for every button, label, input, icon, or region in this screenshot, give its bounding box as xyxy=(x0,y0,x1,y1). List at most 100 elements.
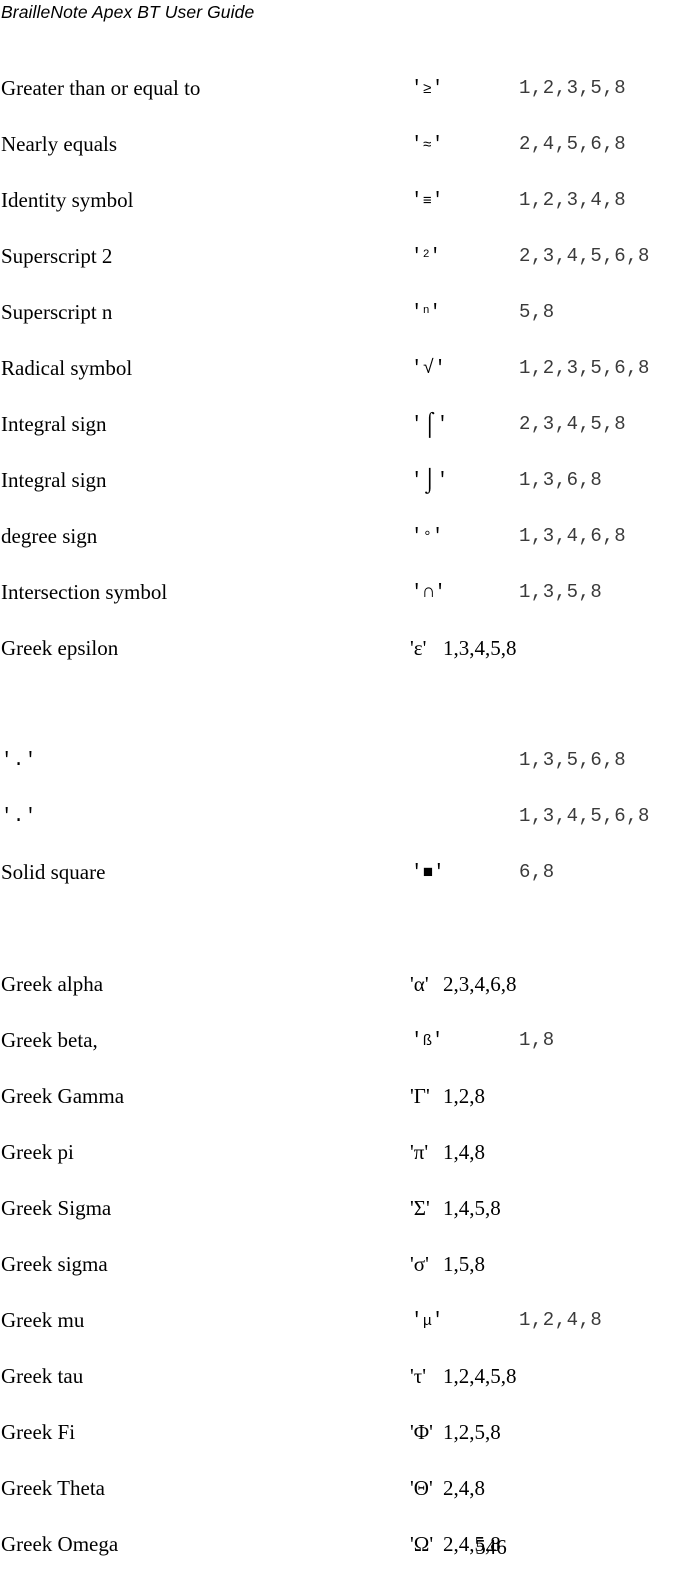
open-quote: ' xyxy=(411,1029,423,1051)
symbol-glyph: Φ xyxy=(413,1420,430,1444)
symbol-description: Superscript n xyxy=(1,300,113,324)
close-quote: ' xyxy=(431,1309,444,1331)
symbol-glyph-cell: 'α' xyxy=(410,970,429,998)
symbol-glyph: ≡ xyxy=(422,192,432,210)
symbol-description: Solid square xyxy=(1,860,106,884)
table-row: Nearly equals '≈' 2,4,5,6,8 xyxy=(0,130,686,186)
close-quote: ' xyxy=(436,469,449,491)
table-row: Greek mu 'μ' 1,2,4,8 xyxy=(0,1306,686,1362)
symbol-glyph-cell: 'n' xyxy=(411,298,441,329)
symbol-glyph-cell: 'π' xyxy=(410,1138,428,1166)
symbol-description: Greater than or equal to xyxy=(1,76,201,100)
close-quote: ' xyxy=(424,972,429,996)
symbol-glyph: ⌠ xyxy=(422,412,437,438)
symbol-description: '.' xyxy=(1,749,37,771)
braille-dot-numbers: 1,8 xyxy=(519,1029,555,1051)
symbol-description: Greek Sigma xyxy=(1,1196,112,1220)
symbol-glyph-cell: '2' xyxy=(411,242,441,273)
close-quote: ' xyxy=(431,133,444,155)
document-page: BrailleNote Apex BT User Guide Greater t… xyxy=(0,0,686,1568)
close-quote: ' xyxy=(429,245,442,267)
table-row: Radical symbol '√' 1,2,3,5,6,8 xyxy=(0,354,686,410)
symbol-description: Greek alpha xyxy=(1,972,104,996)
symbol-glyph-cell: '≥' xyxy=(411,74,444,104)
braille-dot-numbers: 1,2,8 xyxy=(443,1084,485,1108)
table-row: Integral sign '⌡' 1,3,6,8 xyxy=(0,466,686,522)
table-row: Greek pi 'π' 1,4,8 xyxy=(0,1138,686,1194)
symbol-glyph-cell: '∩' xyxy=(411,578,446,606)
symbol-glyph: ≥ xyxy=(422,80,432,98)
close-quote: ' xyxy=(431,77,444,99)
symbol-glyph: Θ xyxy=(413,1476,429,1500)
braille-dot-numbers: 2,3,4,6,8 xyxy=(443,972,517,996)
symbol-description: Greek Fi xyxy=(1,1420,76,1444)
table-row: Identity symbol '≡' 1,2,3,4,8 xyxy=(0,186,686,242)
symbol-glyph-cell: 'ß' xyxy=(411,1026,444,1056)
braille-dot-numbers: 1,3,5,8 xyxy=(519,581,603,603)
table-row: Integral sign '⌠' 2,3,4,5,8 xyxy=(0,410,686,466)
open-quote: ' xyxy=(411,189,423,211)
close-quote: ' xyxy=(425,1252,429,1276)
symbol-glyph-cell: 'μ' xyxy=(411,1306,444,1336)
page-number: 546 xyxy=(475,1535,507,1559)
table-row: Greek Sigma 'Σ' 1,4,5,8 xyxy=(0,1194,686,1250)
open-quote: ' xyxy=(411,581,423,603)
symbol-glyph: ε xyxy=(413,636,423,660)
symbol-description: Greek tau xyxy=(1,1364,84,1388)
symbol-glyph-cell: '⌡' xyxy=(411,466,449,494)
symbol-glyph-cell: 'ε' xyxy=(410,634,426,662)
symbol-glyph: ≈ xyxy=(422,136,432,154)
symbol-glyph: α xyxy=(413,972,425,996)
open-quote: ' xyxy=(411,861,423,883)
close-quote: ' xyxy=(425,1084,430,1108)
symbol-glyph-cell: 'Γ' xyxy=(410,1082,430,1110)
table-row: Greek Theta 'Θ' 2,4,8 xyxy=(0,1474,686,1530)
braille-dot-numbers: 1,3,4,5,8 xyxy=(443,636,517,660)
close-quote: ' xyxy=(431,189,444,211)
symbol-glyph: ⌡ xyxy=(422,468,437,494)
braille-dot-numbers: 1,5,8 xyxy=(443,1252,485,1276)
symbol-description: Greek Theta xyxy=(1,1476,105,1500)
open-quote: ' xyxy=(411,133,423,155)
close-quote: ' xyxy=(434,357,447,379)
symbol-description: Greek mu xyxy=(1,1308,85,1332)
table-row: Greek alpha 'α' 2,3,4,6,8 xyxy=(0,970,686,1026)
table-row: Greek sigma 'σ' 1,5,8 xyxy=(0,1250,686,1306)
braille-dot-numbers: 1,3,6,8 xyxy=(519,469,603,491)
symbol-reference-table: Greater than or equal to '≥' 1,2,3,5,8 Near… xyxy=(0,74,686,1586)
braille-dot-numbers: 2,3,4,5,8 xyxy=(519,413,627,435)
symbol-glyph: ■ xyxy=(422,864,434,883)
close-quote: ' xyxy=(422,636,427,660)
braille-dot-numbers: 5,8 xyxy=(519,301,555,323)
symbol-description: Integral sign xyxy=(1,412,107,436)
close-quote: ' xyxy=(433,861,446,883)
table-row: Superscript 2 '2' 2,3,4,5,6,8 xyxy=(0,242,686,298)
braille-dot-numbers: 1,3,5,6,8 xyxy=(519,749,627,771)
braille-dot-numbers: 1,4,8 xyxy=(443,1140,485,1164)
symbol-glyph-cell: '√' xyxy=(411,354,446,382)
symbol-glyph-cell: '≡' xyxy=(411,186,444,216)
braille-dot-numbers: 1,2,4,5,8 xyxy=(443,1364,517,1388)
table-row: '.' 1,3,5,6,8 xyxy=(0,746,686,802)
table-row: Greek beta, 'ß' 1,8 xyxy=(0,1026,686,1082)
table-row: Intersection symbol '∩' 1,3,5,8 xyxy=(0,578,686,634)
braille-dot-numbers: 1,2,4,8 xyxy=(519,1309,603,1331)
braille-dot-numbers: 1,3,4,6,8 xyxy=(519,525,627,547)
braille-dot-numbers: 2,4,8 xyxy=(443,1476,485,1500)
symbol-glyph-cell: 'Φ' xyxy=(410,1418,433,1446)
table-row: Greek tau 'τ' 1,2,4,5,8 xyxy=(0,1362,686,1418)
symbol-glyph: μ xyxy=(422,1312,432,1330)
symbol-description: degree sign xyxy=(1,524,98,548)
table-spacer-row xyxy=(0,690,686,746)
open-quote: ' xyxy=(411,245,423,267)
braille-dot-numbers: 1,2,3,5,8 xyxy=(519,77,627,99)
open-quote: ' xyxy=(411,469,423,491)
braille-dot-numbers: 1,2,3,5,6,8 xyxy=(519,357,650,379)
symbol-description: Intersection symbol xyxy=(1,580,168,604)
symbol-glyph: Γ xyxy=(413,1084,426,1108)
braille-dot-numbers: 1,2,5,8 xyxy=(443,1420,501,1444)
symbol-description: Identity symbol xyxy=(1,188,134,212)
symbol-glyph-cell: '°' xyxy=(411,522,444,552)
close-quote: ' xyxy=(426,1196,430,1220)
symbol-description: Superscript 2 xyxy=(1,244,113,268)
